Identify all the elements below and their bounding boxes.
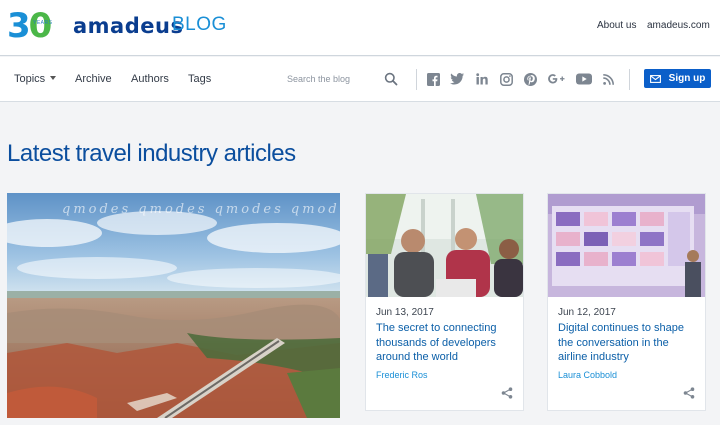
article-date: Jun 12, 2017 [558,307,616,318]
watermark: qmodes qmodes qmodes qmodes [62,202,340,217]
article-title[interactable]: Digital continues to shape the conversat… [558,321,698,365]
anniversary-number: 30 [7,6,52,46]
article-author[interactable]: Laura Cobbold [558,370,617,380]
search-input[interactable]: Search the blog [287,74,350,84]
nav-topics[interactable]: Topics [14,73,57,85]
main-nav: Topics Archive Authors Tags Search the b… [0,57,720,102]
google-plus-icon[interactable] [547,72,565,86]
share-icon[interactable] [501,387,513,399]
sign-up-label: Sign up [668,73,706,84]
article-author[interactable]: Frederic Ros [376,370,428,380]
divider [416,69,417,90]
nav-authors[interactable]: Authors [131,73,169,85]
article-card[interactable]: Jun 12, 2017 Digital continues to shape … [547,193,706,411]
anniversary-logo: 30 [7,6,52,46]
article-image[interactable] [548,194,705,297]
brand-name: amadeus [73,14,184,38]
nav-archive[interactable]: Archive [75,73,112,85]
page-title: Latest travel industry articles [7,140,296,167]
about-us-link[interactable]: About us [597,20,636,31]
top-header: 30 YEARS amadeus BLOG About us amadeus.c… [0,0,720,56]
envelope-icon [649,74,661,83]
instagram-icon[interactable] [499,72,513,86]
pinterest-icon[interactable] [523,72,537,86]
nav-tags[interactable]: Tags [188,73,211,85]
youtube-icon[interactable] [575,72,592,86]
brand-section: BLOG [172,14,227,35]
chevron-down-icon [50,76,57,80]
nav-topics-label: Topics [14,73,46,85]
article-image[interactable] [366,194,523,297]
amadeus-com-link[interactable]: amadeus.com [647,20,710,31]
linkedin-icon[interactable] [475,72,489,86]
rss-icon[interactable] [601,72,615,86]
anniversary-word: YEARS [33,20,53,26]
article-date: Jun 13, 2017 [376,307,434,318]
share-icon[interactable] [683,387,695,399]
sign-up-button[interactable]: Sign up [644,69,711,88]
hero-article-image[interactable]: qmodes qmodes qmodes qmodes [7,193,340,418]
search-icon[interactable] [384,72,398,86]
twitter-icon[interactable] [450,72,464,86]
article-title[interactable]: The secret to connecting thousands of de… [376,321,516,365]
article-card[interactable]: Jun 13, 2017 The secret to connecting th… [365,193,524,411]
divider [629,69,630,90]
facebook-icon[interactable] [426,72,440,86]
